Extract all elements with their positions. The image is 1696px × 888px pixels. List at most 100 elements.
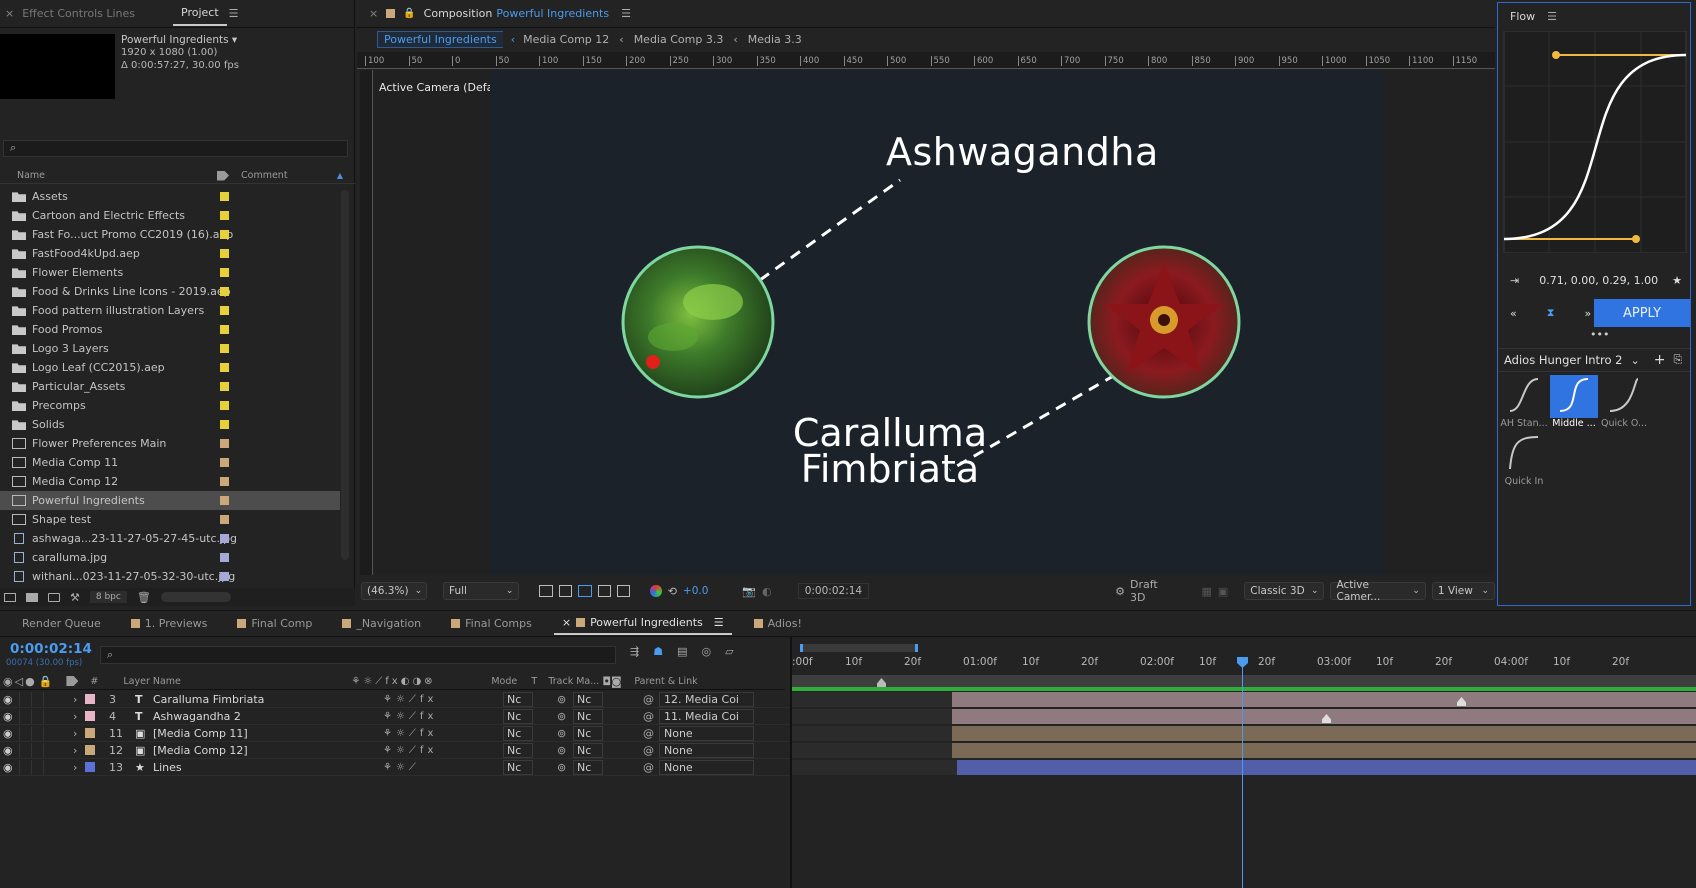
timeline-timecode[interactable]: 0:00:02:14 — [10, 641, 92, 657]
expand-chevron-icon[interactable]: › — [73, 693, 85, 706]
project-scrollbar[interactable] — [341, 190, 349, 560]
col-mode[interactable]: Mode — [491, 676, 531, 687]
parent-select[interactable]: None — [659, 725, 754, 741]
timeline-tab[interactable]: Final Comp — [229, 613, 320, 635]
audio-slot[interactable] — [19, 742, 31, 758]
label-color-swatch[interactable] — [220, 534, 229, 543]
handle-out[interactable] — [1632, 235, 1640, 243]
comp-viewer[interactable]: Active Camera (Default) Ashwagandha Cara… — [374, 70, 1495, 575]
project-item[interactable]: Food & Drinks Line Icons - 2019.aep — [0, 282, 340, 301]
preset-tile-selected[interactable]: Middle ... — [1550, 375, 1598, 429]
channel-icon[interactable] — [650, 585, 662, 597]
breadcrumb-item[interactable]: Media Comp 12 — [523, 33, 609, 46]
lock-slot[interactable] — [43, 708, 55, 724]
label-color-swatch[interactable] — [220, 363, 229, 372]
label-color-swatch[interactable] — [85, 711, 95, 721]
timeline-tab[interactable]: Adios! — [746, 613, 810, 635]
project-item[interactable]: FastFood4kUpd.aep — [0, 244, 340, 263]
comp-tab-prefix[interactable]: Composition — [424, 7, 493, 20]
current-time-readout[interactable]: 0:00:02:14 — [797, 583, 870, 599]
timeline-search-input[interactable]: ⌕ — [100, 646, 616, 664]
expand-chevron-icon[interactable]: › — [73, 710, 85, 723]
thumb-slider[interactable] — [160, 592, 231, 602]
new-folder-icon[interactable] — [26, 592, 38, 602]
bezier-curve-editor[interactable] — [1499, 31, 1691, 253]
project-search-input[interactable]: ⌕ — [3, 140, 348, 157]
lock-slot[interactable] — [43, 742, 55, 758]
pickwhip-icon[interactable]: @ — [643, 761, 659, 774]
label-color-swatch[interactable] — [85, 762, 95, 772]
audio-slot[interactable] — [19, 759, 31, 775]
solo-slot[interactable] — [31, 708, 43, 724]
track-matte-select[interactable]: Nc — [573, 708, 603, 724]
eye-icon[interactable]: ◉ — [3, 727, 19, 740]
show-snapshot-icon[interactable]: ◐ — [762, 585, 772, 598]
project-item[interactable]: Flower Preferences Main — [0, 434, 340, 453]
parent-select[interactable]: 11. Media Coi — [659, 708, 754, 724]
label-tag-icon[interactable] — [66, 676, 79, 686]
label-color-swatch[interactable] — [220, 401, 229, 410]
draft3d-toggle[interactable]: ⚙ Draft 3D — [1115, 578, 1173, 604]
ease-both-icon[interactable]: ⧗ — [1547, 306, 1555, 320]
guides-icon[interactable] — [616, 585, 631, 597]
breadcrumb-item[interactable]: Powerful Ingredients — [377, 30, 503, 48]
close-icon[interactable]: × — [562, 616, 571, 629]
label-color-swatch[interactable] — [220, 553, 229, 562]
label-color-swatch[interactable] — [220, 325, 229, 334]
layer-row[interactable]: ◉ › 12 ▣ [Media Comp 12] ⚘☼⟋fx Nc ⊚ Nc @ None — [0, 742, 790, 759]
bezier-values[interactable]: 0.71, 0.00, 0.29, 1.00 — [1539, 274, 1658, 287]
lock-icon[interactable]: 🔒 — [403, 8, 415, 19]
import-preset-icon[interactable]: ⎘ — [1673, 353, 1682, 367]
layer-row[interactable]: ◉ › 4 T Ashwagandha 2 ⚘☼⟋fx Nc ⊚ Nc @11. Media Co… — [0, 708, 790, 725]
label-color-swatch[interactable] — [220, 230, 229, 239]
label-color-swatch[interactable] — [220, 496, 229, 505]
layer-bar[interactable] — [957, 760, 1696, 775]
eye-icon[interactable]: ◉ — [3, 710, 19, 723]
expand-chevron-icon[interactable]: › — [73, 744, 85, 757]
comp-name[interactable]: Powerful Ingredients ▾ — [121, 34, 237, 46]
eye-icon[interactable]: ◉ — [3, 761, 19, 774]
tab-project[interactable]: Project — [173, 2, 227, 26]
project-item[interactable]: Media Comp 11 — [0, 453, 340, 472]
eye-icon[interactable]: ◉ — [3, 693, 19, 706]
label-color-swatch[interactable] — [85, 728, 95, 738]
ease-out-icon[interactable]: » — [1584, 307, 1591, 320]
solo-slot[interactable] — [31, 725, 43, 741]
resolution-select[interactable]: Full — [443, 582, 520, 600]
label-color-swatch[interactable] — [220, 382, 229, 391]
col-comment[interactable]: Comment — [241, 170, 288, 181]
timeline-tab[interactable]: 1. Previews — [123, 613, 216, 635]
solo-switch-icon[interactable]: ● — [25, 675, 35, 688]
label-color-swatch[interactable] — [220, 420, 229, 429]
project-item[interactable]: Food Promos — [0, 320, 340, 339]
preset-tile[interactable]: AH Stan... — [1500, 375, 1548, 429]
interpret-footage-icon[interactable] — [4, 592, 16, 602]
audio-slot[interactable] — [19, 725, 31, 741]
graph-editor-icon[interactable]: ▱ — [725, 645, 733, 658]
work-area-bar[interactable] — [800, 644, 918, 652]
timeline-tab[interactable]: Final Comps — [443, 613, 540, 635]
layer-bar[interactable] — [792, 726, 952, 741]
view-layout-select[interactable]: 1 View — [1431, 582, 1496, 600]
audio-switch-icon[interactable]: ◁ — [15, 675, 23, 688]
layer-bar[interactable] — [792, 760, 957, 775]
label-color-swatch[interactable] — [220, 268, 229, 277]
layer-bar[interactable] — [952, 743, 1696, 758]
fast-previews-icon[interactable] — [539, 585, 553, 597]
track-matte-select[interactable]: Nc — [573, 759, 603, 775]
chevron-down-icon[interactable]: ⌄ — [1631, 354, 1640, 367]
close-icon[interactable]: × — [369, 7, 378, 20]
solo-slot[interactable] — [31, 691, 43, 707]
layer-name[interactable]: Caralluma Fimbriata — [153, 693, 383, 706]
project-item[interactable]: Fast Fo...uct Promo CC2019 (16).aep — [0, 225, 340, 244]
motion-blur-icon[interactable]: ◎ — [702, 645, 712, 658]
label-color-swatch[interactable] — [220, 249, 229, 258]
bpc-label[interactable]: 8 bpc — [89, 591, 127, 603]
label-color-swatch[interactable] — [220, 211, 229, 220]
project-item[interactable]: Powerful Ingredients — [0, 491, 340, 510]
track-matte-icon[interactable]: ⊚ — [557, 693, 573, 706]
preset-tile[interactable]: Quick O... — [1600, 375, 1648, 429]
mode-select[interactable]: Nc — [503, 725, 533, 741]
playhead[interactable] — [1242, 659, 1243, 888]
exposure-reset-icon[interactable]: ⟲ — [668, 585, 677, 598]
